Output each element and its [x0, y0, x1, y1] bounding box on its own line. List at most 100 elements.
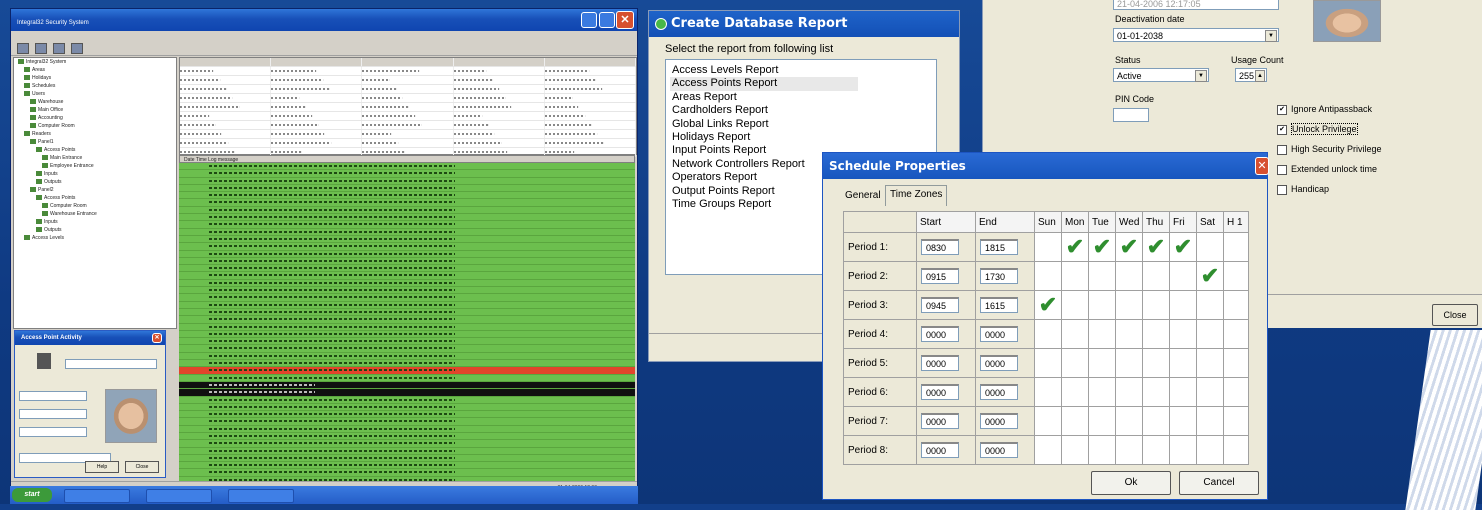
- tree-item[interactable]: Main Entrance: [14, 154, 176, 162]
- pin-input[interactable]: [1113, 108, 1149, 122]
- day-cell[interactable]: [1061, 319, 1089, 349]
- checked-box-icon[interactable]: ✔: [1277, 104, 1287, 115]
- day-cell[interactable]: [1169, 290, 1197, 320]
- day-cell[interactable]: [1034, 348, 1062, 378]
- table-row[interactable]: [180, 103, 637, 112]
- status-select[interactable]: Active ▼: [1113, 68, 1209, 82]
- day-cell[interactable]: [1196, 435, 1224, 465]
- end-time-input[interactable]: 1815: [980, 239, 1018, 255]
- day-cell[interactable]: [1223, 290, 1249, 320]
- table-row[interactable]: [180, 121, 637, 130]
- log-row[interactable]: [179, 214, 635, 222]
- log-row[interactable]: [179, 192, 635, 200]
- day-cell[interactable]: [1061, 377, 1089, 407]
- chevron-down-icon[interactable]: ▼: [1195, 70, 1207, 82]
- table-row[interactable]: [180, 76, 637, 85]
- toolbar-button[interactable]: [71, 42, 83, 54]
- log-row[interactable]: [179, 338, 635, 346]
- close-button[interactable]: Close: [125, 461, 159, 473]
- report-list-item[interactable]: Areas Report: [670, 91, 932, 104]
- report-list-item[interactable]: Holidays Report: [670, 131, 932, 144]
- day-cell[interactable]: [1142, 319, 1170, 349]
- tree-item[interactable]: Holidays: [14, 74, 176, 82]
- day-cell[interactable]: [1034, 261, 1062, 291]
- log-row[interactable]: [179, 178, 635, 185]
- log-row[interactable]: [179, 258, 635, 266]
- log-row[interactable]: [179, 229, 635, 236]
- table-row[interactable]: [180, 139, 637, 148]
- day-cell[interactable]: [1115, 261, 1143, 291]
- tree-item[interactable]: Main Office: [14, 106, 176, 114]
- day-cell[interactable]: [1061, 406, 1089, 436]
- report-list-item[interactable]: Cardholders Report: [670, 104, 932, 117]
- day-cell[interactable]: [1061, 435, 1089, 465]
- day-cell[interactable]: [1115, 435, 1143, 465]
- day-cell[interactable]: [1196, 232, 1224, 262]
- help-button[interactable]: Help: [85, 461, 119, 473]
- table-row[interactable]: [180, 94, 637, 103]
- tree-item[interactable]: Users: [14, 90, 176, 98]
- log-row[interactable]: [179, 411, 635, 419]
- tree-item[interactable]: Access Points: [14, 146, 176, 154]
- day-cell[interactable]: [1142, 377, 1170, 407]
- privilege-checkbox[interactable]: High Security Privilege: [1277, 144, 1382, 155]
- end-time-input[interactable]: 1730: [980, 268, 1018, 284]
- log-row[interactable]: [179, 280, 635, 288]
- cancel-button[interactable]: Cancel: [1179, 471, 1259, 495]
- day-cell[interactable]: [1088, 377, 1116, 407]
- day-cell[interactable]: [1196, 290, 1224, 320]
- table-row[interactable]: [180, 58, 637, 67]
- day-cell[interactable]: [1088, 435, 1116, 465]
- day-cell[interactable]: [1034, 406, 1062, 436]
- tree-item[interactable]: Computer Room: [14, 122, 176, 130]
- taskbar-item[interactable]: [228, 489, 294, 503]
- log-row[interactable]: [179, 440, 635, 448]
- chevron-down-icon[interactable]: ▼: [1265, 30, 1277, 42]
- privilege-checkbox[interactable]: ✔ Ignore Antipassback: [1277, 104, 1372, 115]
- day-cell[interactable]: [1115, 377, 1143, 407]
- tree-item[interactable]: Employee Entrance: [14, 162, 176, 170]
- privilege-checkbox[interactable]: Extended unlock time: [1277, 164, 1377, 175]
- table-row[interactable]: [180, 67, 637, 76]
- tree-item[interactable]: Outputs: [14, 178, 176, 186]
- day-cell[interactable]: [1061, 261, 1089, 291]
- log-row[interactable]: [179, 294, 635, 302]
- start-time-input[interactable]: 0000: [921, 413, 959, 429]
- log-row[interactable]: [179, 316, 635, 324]
- deactivation-date-select[interactable]: 01-01-2038 ▼: [1113, 28, 1279, 42]
- tree-item[interactable]: Access Levels: [14, 234, 176, 242]
- tree-item[interactable]: Readers: [14, 130, 176, 138]
- end-time-input[interactable]: 0000: [980, 442, 1018, 458]
- log-row[interactable]: [179, 243, 635, 251]
- log-row[interactable]: [179, 331, 635, 339]
- tree-item[interactable]: Areas: [14, 66, 176, 74]
- day-cell[interactable]: [1034, 232, 1062, 262]
- menu-bar[interactable]: [11, 31, 637, 41]
- day-cell[interactable]: [1061, 348, 1089, 378]
- log-row[interactable]: [179, 265, 635, 273]
- number-field[interactable]: [19, 391, 87, 401]
- close-icon[interactable]: ✕: [152, 333, 162, 343]
- log-row[interactable]: [179, 448, 635, 455]
- toolbar-button[interactable]: [35, 42, 47, 54]
- day-cell[interactable]: [1196, 348, 1224, 378]
- day-cell[interactable]: [1088, 261, 1116, 291]
- start-button[interactable]: start: [12, 488, 52, 502]
- day-cell[interactable]: [1223, 377, 1249, 407]
- tree-item[interactable]: Panel2: [14, 186, 176, 194]
- start-time-input[interactable]: 0000: [921, 326, 959, 342]
- report-list-item[interactable]: Access Levels Report: [670, 64, 932, 77]
- log-row[interactable]: [179, 469, 635, 477]
- day-cell[interactable]: [1169, 377, 1197, 407]
- privilege-checkbox[interactable]: Handicap: [1277, 184, 1329, 195]
- log-row[interactable]: [179, 236, 635, 244]
- log-row[interactable]: [179, 397, 635, 404]
- day-cell[interactable]: [1223, 232, 1249, 262]
- day-cell[interactable]: [1142, 261, 1170, 291]
- log-row[interactable]: [179, 163, 635, 171]
- end-time-input[interactable]: 0000: [980, 355, 1018, 371]
- usage-count-stepper[interactable]: 255 ▲: [1235, 68, 1267, 82]
- log-row[interactable]: [179, 221, 635, 229]
- day-cell[interactable]: [1142, 348, 1170, 378]
- log-row[interactable]: [179, 389, 635, 397]
